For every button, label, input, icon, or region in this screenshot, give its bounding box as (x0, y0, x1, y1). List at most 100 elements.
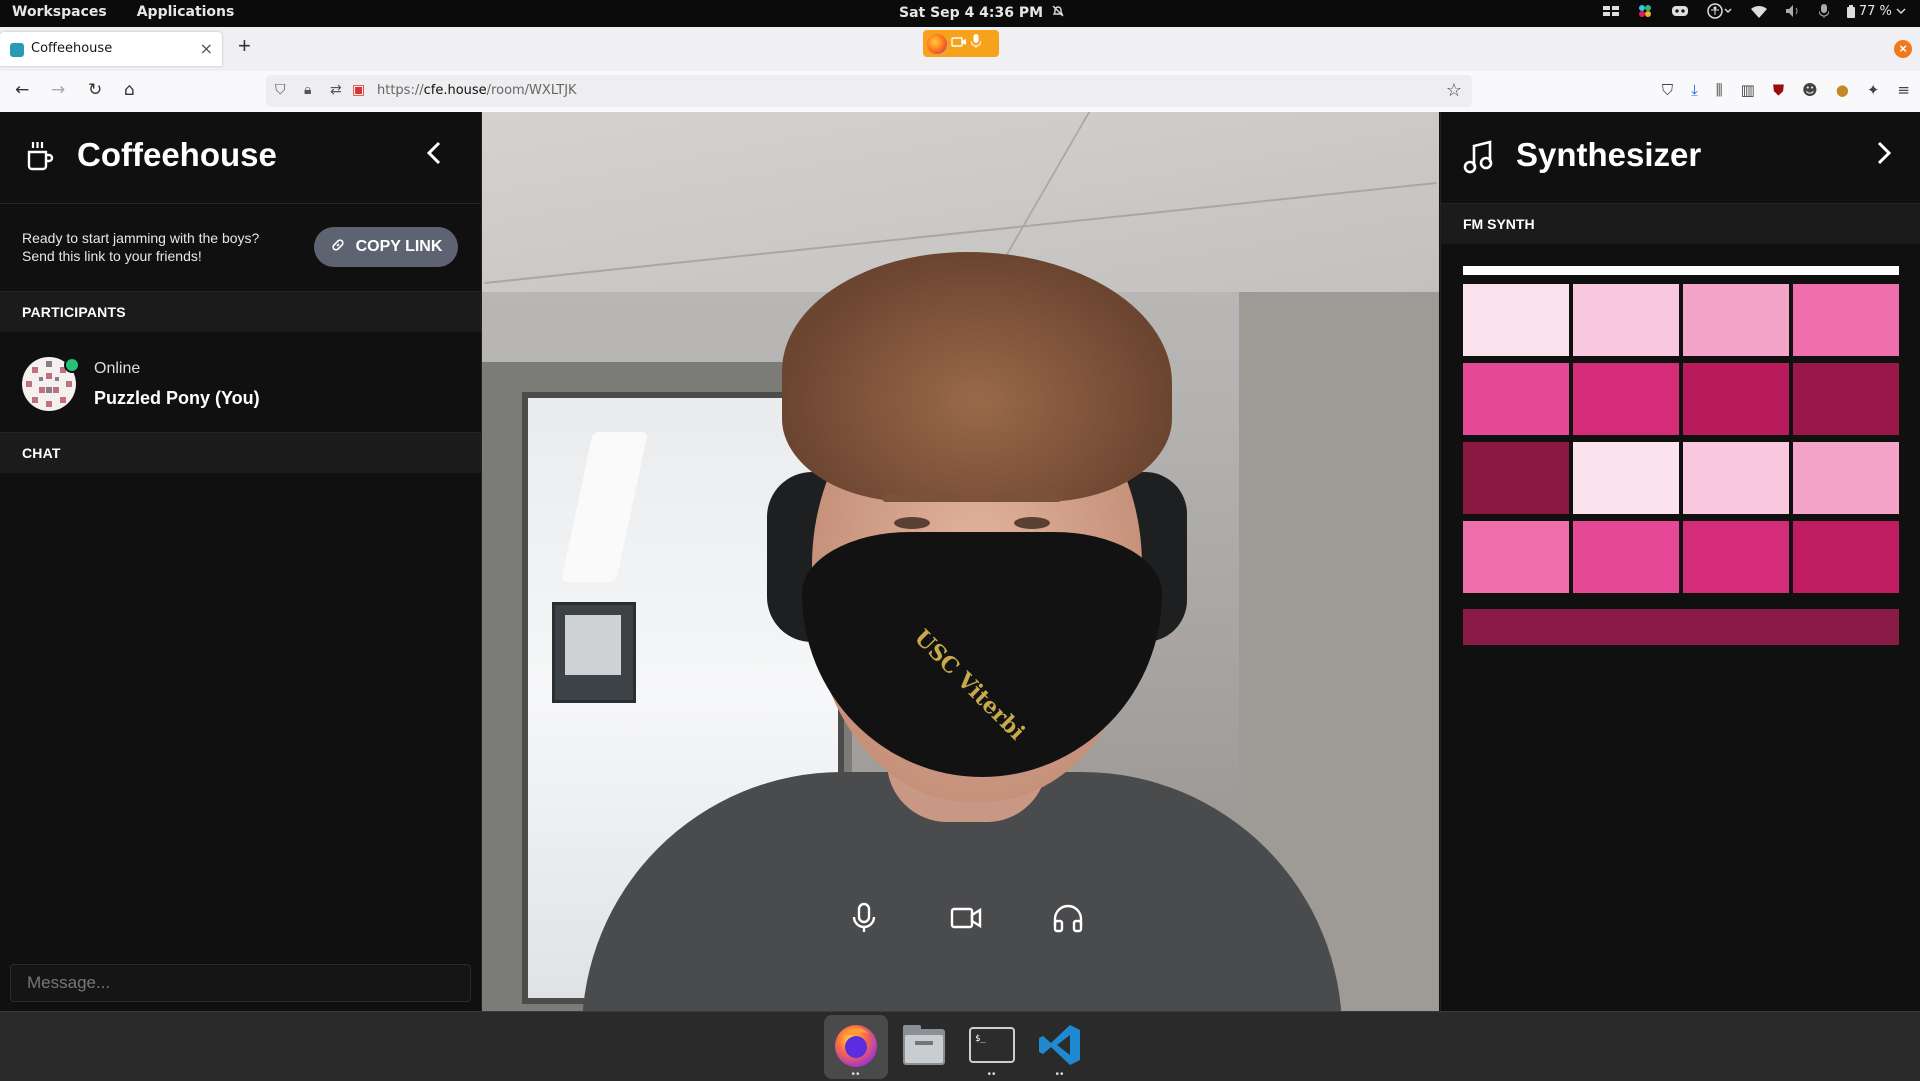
cookie-icon[interactable]: ● (1836, 81, 1849, 99)
sidebar-icon[interactable]: ▥ (1741, 81, 1755, 99)
synth-pad[interactable] (1683, 521, 1789, 593)
dock-files[interactable] (892, 1015, 956, 1079)
synth-pad[interactable] (1463, 284, 1569, 356)
tab-coffeehouse[interactable]: Coffeehouse × (0, 32, 222, 66)
copy-link-label: COPY LINK (355, 238, 443, 255)
synth-pad[interactable] (1683, 442, 1789, 514)
camera-sharing-icon (951, 35, 967, 53)
app-dock: •• $_ •• •• (0, 1011, 1920, 1081)
extension-face-icon[interactable]: ☻ (1802, 81, 1818, 99)
room-title: Coffeehouse (77, 136, 277, 173)
forward-icon[interactable]: → (51, 80, 65, 100)
url-path: /room/WXLTJK (486, 83, 577, 98)
synth-slider[interactable] (1463, 266, 1899, 275)
discord-icon[interactable] (1671, 4, 1689, 18)
battery-indicator[interactable]: 77 % (1846, 4, 1906, 19)
synthesizer-title: Synthesizer (1516, 136, 1702, 173)
running-indicator: •• (1055, 1069, 1065, 1080)
synth-pad[interactable] (1683, 284, 1789, 356)
terminal-icon: $_ (969, 1026, 1015, 1068)
synth-pad[interactable] (1463, 363, 1569, 435)
lock-icon[interactable]: 🔒︎ (304, 82, 311, 98)
online-status-dot (64, 357, 80, 373)
room-header: Coffeehouse (0, 112, 481, 204)
synth-pad[interactable] (1793, 442, 1899, 514)
bookmark-star-icon[interactable]: ☆ (1446, 80, 1462, 101)
home-icon[interactable]: ⌂ (124, 80, 135, 100)
ublock-icon[interactable]: ⛊ (1773, 81, 1784, 99)
url-domain: cfe.house (423, 83, 487, 98)
music-note-icon (1463, 140, 1495, 179)
participant-name: Puzzled Pony (You) (94, 388, 260, 408)
permissions-icon[interactable]: ⇄ (330, 82, 342, 98)
notifications-off-icon (1051, 4, 1065, 22)
pocket-icon[interactable]: ⛉ (1662, 81, 1673, 99)
fm-synth-heading: FM SYNTH (1441, 204, 1920, 244)
screen-sharing-indicator[interactable] (923, 30, 999, 57)
tab-close-icon[interactable]: × (200, 39, 213, 58)
headphones-icon[interactable] (1050, 900, 1086, 936)
extension-bird-icon[interactable]: ✦ (1867, 81, 1880, 99)
collapse-right-chevron-icon[interactable] (1873, 140, 1895, 171)
synth-pad[interactable] (1683, 363, 1789, 435)
svg-text:$_: $_ (975, 1034, 986, 1044)
menu-icon[interactable]: ≡ (1897, 81, 1910, 99)
synthesizer-panel: Synthesizer FM SYNTH (1440, 112, 1920, 1011)
back-icon[interactable]: ← (15, 80, 29, 100)
video-feed: USC Viterbi (482, 112, 1439, 1011)
synth-pad[interactable] (1463, 521, 1569, 593)
volume-icon[interactable] (1785, 4, 1801, 18)
coffee-cup-icon (25, 140, 55, 177)
clock[interactable]: Sat Sep 4 4:36 PM (899, 4, 1065, 22)
reload-icon[interactable]: ↻ (88, 80, 102, 100)
library-icon[interactable]: ⫼ (1716, 81, 1723, 99)
synth-pad[interactable] (1793, 521, 1899, 593)
wifi-icon[interactable] (1750, 5, 1767, 18)
synthesizer-header: Synthesizer (1441, 112, 1920, 204)
app-container: Coffeehouse Ready to start jamming with … (0, 112, 1920, 1011)
dock-firefox[interactable]: •• (824, 1015, 888, 1080)
url-bar[interactable]: ⛉ 🔒︎ ⇄ ▣ https://cfe.house/room/WXLTJK ☆ (266, 75, 1472, 107)
synth-pad[interactable] (1573, 363, 1679, 435)
accessibility-icon[interactable] (1706, 3, 1733, 19)
dock-vscode[interactable]: •• (1028, 1015, 1092, 1080)
tab-title: Coffeehouse (31, 41, 113, 56)
dock-terminal[interactable]: $_ •• (960, 1015, 1024, 1080)
synth-pad[interactable] (1793, 284, 1899, 356)
running-indicator: •• (851, 1069, 861, 1080)
chat-heading: CHAT (0, 433, 481, 473)
chat-messages (0, 471, 481, 949)
synth-pad[interactable] (1463, 442, 1569, 514)
copy-link-button[interactable]: COPY LINK (314, 227, 458, 267)
collapse-left-chevron-icon[interactable] (423, 140, 445, 171)
link-icon (330, 237, 346, 258)
microphone-tray-icon[interactable] (1818, 4, 1829, 18)
url-prefix: https:// (377, 83, 424, 98)
invite-section: Ready to start jamming with the boys? Se… (0, 204, 481, 292)
browser-tab-strip: Coffeehouse × + × (0, 27, 1920, 71)
camera-icon[interactable] (948, 900, 984, 936)
message-input[interactable] (10, 964, 471, 1002)
slack-icon[interactable] (1637, 3, 1653, 19)
synth-pad[interactable] (1573, 521, 1679, 593)
microphone-icon[interactable] (846, 900, 882, 936)
browser-nav-bar: ← → ↻ ⌂ ⛉ 🔒︎ ⇄ ▣ https://cfe.house/room/… (0, 71, 1920, 113)
vscode-icon (1037, 1022, 1083, 1073)
workspaces-menu[interactable]: Workspaces (12, 4, 107, 20)
files-icon (901, 1023, 947, 1072)
window-close-icon[interactable]: × (1894, 40, 1912, 58)
tracking-shield-icon[interactable]: ⛉ (275, 82, 286, 98)
synth-keyboard-bar[interactable] (1463, 609, 1899, 645)
downloads-icon[interactable]: ⤓ (1691, 81, 1698, 99)
media-controls (846, 900, 1086, 936)
workspace-indicator-icon[interactable] (1602, 5, 1619, 17)
synth-pad[interactable] (1573, 284, 1679, 356)
camera-permission-icon[interactable]: ▣ (352, 82, 365, 98)
room-panel: Coffeehouse Ready to start jamming with … (0, 112, 482, 1011)
firefox-icon (831, 1020, 881, 1075)
synth-pad[interactable] (1573, 442, 1679, 514)
site-favicon-icon (10, 43, 24, 57)
new-tab-icon[interactable]: + (238, 33, 251, 59)
synth-pad[interactable] (1793, 363, 1899, 435)
applications-menu[interactable]: Applications (137, 4, 235, 20)
